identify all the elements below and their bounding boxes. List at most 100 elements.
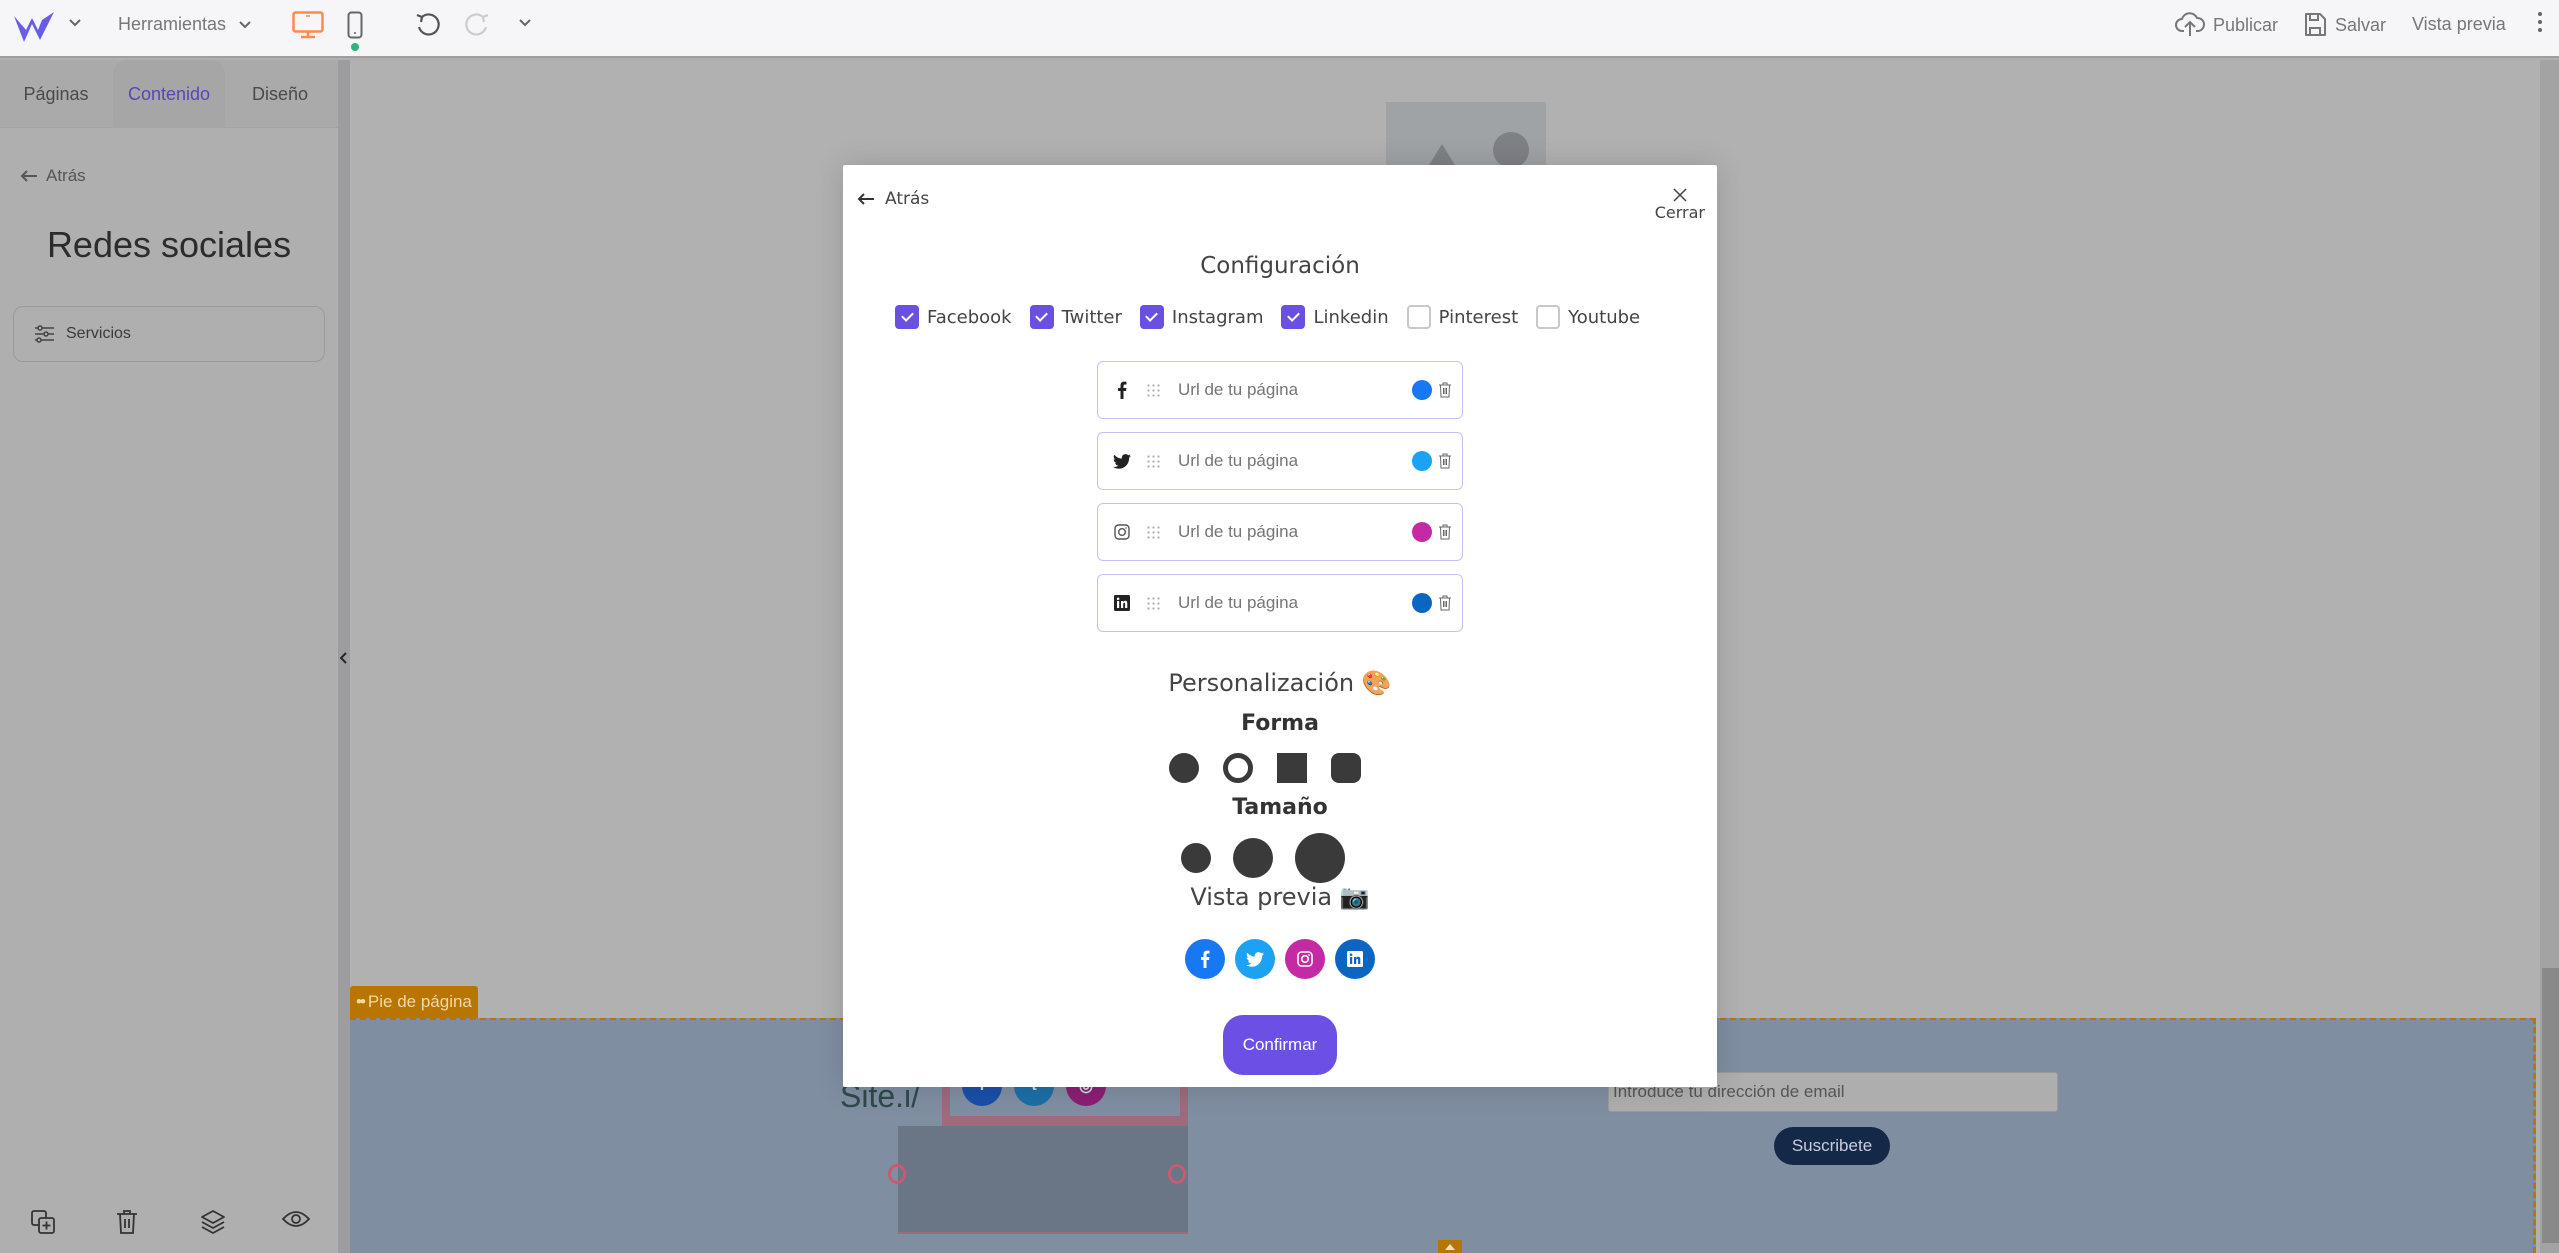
drag-dots-icon: •• (356, 992, 366, 1011)
size-small-option[interactable] (1181, 843, 1211, 873)
checkbox-unchecked[interactable] (1406, 305, 1431, 329)
close-icon (1673, 188, 1687, 202)
footer-section-tag[interactable]: •• Pie de página (350, 986, 478, 1018)
color-picker-dot[interactable] (1412, 593, 1432, 613)
delete-row-button[interactable] (1438, 453, 1452, 469)
checkbox-linkedin[interactable]: Linkedin (1281, 305, 1389, 329)
history-menu-chevron[interactable] (518, 16, 532, 30)
collapse-sidebar-button[interactable] (338, 646, 350, 670)
delete-button[interactable] (115, 1209, 139, 1240)
delete-row-button[interactable] (1438, 595, 1452, 611)
url-row-linkedin (1097, 574, 1463, 632)
arrow-left-icon (20, 170, 37, 182)
confirm-button[interactable]: Confirmar (1223, 1015, 1337, 1075)
canvas-scrollbar[interactable] (2540, 60, 2559, 1253)
scrollbar-thumb[interactable] (2542, 968, 2559, 1243)
checkbox-facebook[interactable]: Facebook (895, 305, 1012, 329)
tab-design[interactable]: Diseño (248, 60, 312, 128)
sliders-icon (35, 325, 54, 343)
size-large-option[interactable] (1295, 833, 1345, 883)
layers-button[interactable] (200, 1209, 226, 1240)
cloud-upload-icon (2175, 12, 2205, 36)
delete-row-button[interactable] (1438, 382, 1452, 398)
redo-icon (465, 13, 489, 36)
chevron-down-icon (519, 19, 531, 27)
resize-handle-right[interactable] (1168, 1164, 1186, 1184)
app-logo[interactable] (12, 10, 56, 44)
sidebar-back-link[interactable]: Atrás (20, 166, 86, 186)
preview-button[interactable]: Vista previa (2412, 14, 2506, 35)
checkbox-checked[interactable] (1139, 305, 1164, 329)
color-picker-dot[interactable] (1412, 522, 1432, 542)
url-rows (1097, 361, 1463, 645)
checkbox-instagram[interactable]: Instagram (1139, 305, 1263, 329)
logo-menu-chevron[interactable] (68, 16, 82, 30)
top-toolbar: Herramientas Publicar Salvar Vista previ… (0, 0, 2559, 58)
services-label: Servicios (66, 325, 131, 342)
sidebar-item-services[interactable]: Servicios (13, 306, 325, 362)
network-label: Facebook (927, 306, 1012, 328)
tab-pages[interactable]: Páginas (20, 60, 92, 128)
checkbox-twitter[interactable]: Twitter (1029, 305, 1122, 329)
modal-back-button[interactable]: Atrás (857, 189, 929, 209)
caret-up-icon (1445, 1243, 1455, 1250)
social-config-modal: Atrás Cerrar Configuración Facebook Twit… (843, 165, 1717, 1087)
checkbox-checked[interactable] (1029, 305, 1054, 329)
mobile-view-button[interactable] (347, 11, 363, 51)
linkedin-icon (1112, 595, 1132, 611)
drag-handle-icon[interactable] (1146, 525, 1160, 539)
selection-frame (898, 1126, 1188, 1234)
delete-row-button[interactable] (1438, 524, 1452, 540)
drag-handle-icon[interactable] (1146, 383, 1160, 397)
network-label: Youtube (1568, 306, 1641, 328)
size-medium-option[interactable] (1233, 838, 1273, 878)
layers-icon (201, 1210, 225, 1234)
shape-ring-option[interactable] (1223, 753, 1253, 783)
facebook-url-input[interactable] (1178, 380, 1398, 400)
shape-circle-option[interactable] (1169, 753, 1199, 783)
checkbox-youtube[interactable]: Youtube (1536, 305, 1640, 329)
drag-handle-icon[interactable] (1146, 454, 1160, 468)
modal-close-button[interactable]: Cerrar (1655, 187, 1705, 222)
chevron-left-icon (340, 652, 347, 664)
checkbox-checked[interactable] (895, 305, 919, 329)
preview-label: Vista previa (2412, 14, 2506, 34)
color-picker-dot[interactable] (1412, 380, 1432, 400)
tab-content[interactable]: Contenido (113, 60, 225, 128)
publish-label: Publicar (2213, 14, 2279, 35)
publish-button[interactable]: Publicar (2175, 12, 2278, 38)
drag-handle-icon[interactable] (1146, 596, 1160, 610)
preview-eye-button[interactable] (281, 1209, 311, 1234)
url-row-instagram (1097, 503, 1463, 561)
preview-title: Vista previa 📷 (1190, 883, 1370, 911)
network-label: Pinterest (1438, 306, 1519, 328)
twitter-url-input[interactable] (1178, 451, 1398, 471)
linkedin-url-input[interactable] (1178, 593, 1398, 613)
size-title: Tamaño (1232, 795, 1328, 820)
checkbox-unchecked[interactable] (1536, 305, 1561, 329)
color-picker-dot[interactable] (1412, 451, 1432, 471)
redo-button[interactable] (463, 11, 491, 39)
save-button[interactable]: Salvar (2303, 12, 2386, 38)
checkbox-pinterest[interactable]: Pinterest (1406, 305, 1519, 329)
preview-facebook-icon (1185, 939, 1225, 979)
size-options (1181, 833, 1345, 883)
shape-rounded-option[interactable] (1331, 753, 1361, 783)
chevron-down-icon (239, 20, 251, 28)
duplicate-button[interactable] (30, 1209, 56, 1240)
preview-linkedin-icon (1335, 939, 1375, 979)
undo-button[interactable] (414, 11, 442, 39)
modal-back-label: Atrás (885, 189, 930, 209)
checkbox-checked[interactable] (1281, 305, 1306, 329)
trash-icon (1439, 382, 1451, 398)
eye-icon (281, 1211, 311, 1227)
desktop-view-button[interactable] (292, 11, 324, 39)
more-options-button[interactable] (2538, 12, 2542, 32)
expand-section-button[interactable] (1438, 1240, 1462, 1253)
shape-square-option[interactable] (1277, 753, 1307, 783)
subscribe-button[interactable]: Suscribete (1774, 1127, 1890, 1165)
tools-menu[interactable]: Herramientas (118, 14, 252, 35)
instagram-url-input[interactable] (1178, 522, 1398, 542)
resize-handle-left[interactable] (888, 1164, 906, 1184)
save-label: Salvar (2335, 14, 2387, 35)
